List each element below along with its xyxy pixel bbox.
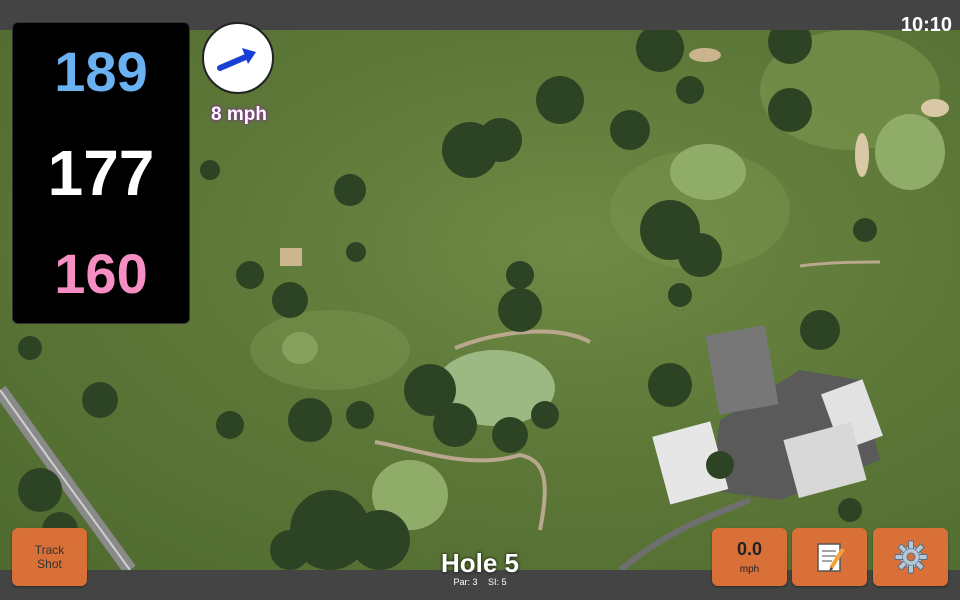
settings-button[interactable] [873, 528, 948, 586]
track-shot-label: Track Shot [34, 543, 65, 571]
distance-back: 189 [54, 39, 148, 103]
hole-info: Par: 3 SI: 5 [400, 577, 560, 587]
distance-panel: 189 177 160 [12, 22, 190, 324]
speed-unit: mph [739, 564, 760, 575]
distance-front: 160 [54, 242, 148, 306]
speed-value: 0.0 [736, 539, 763, 559]
hole-title: Hole 5 [440, 548, 520, 578]
track-shot-button[interactable]: Track Shot [12, 528, 87, 586]
notepad-icon [816, 543, 845, 572]
wind-speed: 8 mph [211, 104, 267, 125]
notes-button[interactable] [792, 528, 867, 586]
speed-button[interactable]: 0.0 mph [712, 528, 787, 586]
wind-direction-arrow-icon [217, 48, 256, 71]
distance-middle: 177 [47, 136, 155, 209]
hole-stroke-index: SI: 5 [488, 577, 507, 587]
hole-par: Par: 3 [453, 577, 478, 587]
gear-icon [894, 540, 927, 574]
wind-indicator [202, 22, 274, 94]
clock: 10:10 [900, 14, 952, 36]
